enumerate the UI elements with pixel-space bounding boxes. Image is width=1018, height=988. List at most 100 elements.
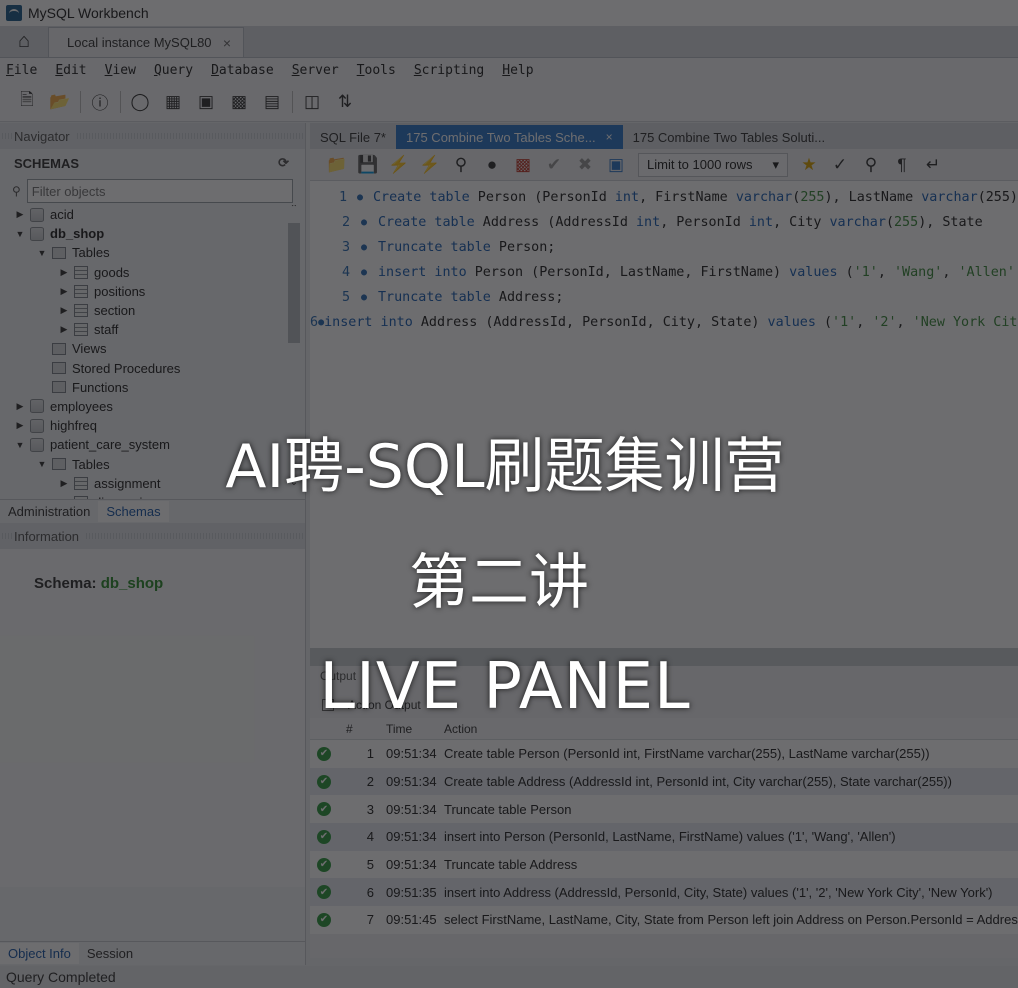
action-output-selector[interactable]: Action Output	[310, 692, 1018, 718]
brush-icon[interactable]: ✓	[827, 152, 853, 178]
output-row[interactable]: ✔ 2 09:51:34 Create table Address (AddressI…	[310, 767, 1018, 796]
code-line[interactable]: 3 ● Truncate table Person;	[310, 235, 1018, 260]
output-row[interactable]: ✔ 5 09:51:34 Truncate table Address	[310, 850, 1018, 879]
execute-current-icon[interactable]: ⚡	[417, 152, 443, 178]
menu-item-query[interactable]: Query	[154, 63, 193, 78]
menu-item-scripting[interactable]: Scripting	[414, 63, 484, 78]
tab-object-info[interactable]: Object Info	[0, 943, 79, 964]
caret-down-icon[interactable]: ▼	[36, 459, 48, 469]
tree-item[interactable]: Stored Procedures	[0, 359, 305, 378]
code-line[interactable]: 6 ● insert into Address (AddressId, Person…	[310, 310, 1018, 335]
tree-item[interactable]: ▼ db_shop	[0, 224, 305, 243]
tree-item[interactable]: ▶ acid	[0, 205, 305, 224]
refresh-icon[interactable]: ⟳	[278, 155, 289, 171]
tree-item[interactable]: ▶ section	[0, 301, 305, 320]
column-number[interactable]: #	[336, 722, 380, 736]
open-sql-script-icon[interactable]: 📂	[47, 89, 73, 115]
connection-tab[interactable]: Local instance MySQL80 ×	[48, 27, 244, 57]
filter-objects-input[interactable]	[26, 179, 293, 203]
search-table-data-icon[interactable]: ◫	[299, 89, 325, 115]
caret-down-icon[interactable]: ▼	[14, 229, 26, 239]
limit-rows-select[interactable]: Limit to 1000 rows ▾	[638, 152, 788, 177]
caret-right-icon[interactable]: ▶	[58, 497, 70, 499]
autocommit-icon[interactable]: ▣	[603, 152, 629, 178]
create-schema-icon[interactable]: ◯	[127, 89, 153, 115]
tree-item[interactable]: ▶ employees	[0, 397, 305, 416]
caret-right-icon[interactable]: ▶	[14, 401, 26, 412]
tree-item[interactable]: ▶ diagnosis	[0, 493, 305, 499]
open-file-icon[interactable]: 📁	[324, 152, 350, 178]
inspector-icon[interactable]: ⓘ	[87, 89, 113, 115]
tree-item[interactable]: Views	[0, 339, 305, 358]
caret-right-icon[interactable]: ▶	[58, 305, 70, 316]
menu-item-database[interactable]: Database	[211, 63, 274, 78]
find-icon[interactable]: ⚲	[858, 152, 884, 178]
tree-item[interactable]: ▶ staff	[0, 320, 305, 339]
reconnect-icon[interactable]: ⇅	[332, 89, 358, 115]
toggle-error-icon[interactable]: ▩	[510, 152, 536, 178]
output-row[interactable]: ✔ 6 09:51:35 insert into Address (AddressId…	[310, 878, 1018, 907]
caret-right-icon[interactable]: ▶	[14, 420, 26, 431]
stop-icon[interactable]: ●	[479, 152, 505, 178]
output-row[interactable]: ✔ 4 09:51:34 insert into Person (PersonId, …	[310, 823, 1018, 851]
code-line[interactable]: 5 ● Truncate table Address;	[310, 285, 1018, 310]
column-time[interactable]: Time	[380, 722, 440, 736]
caret-right-icon[interactable]: ▶	[58, 324, 70, 335]
menu-item-edit[interactable]: Edit	[55, 63, 86, 78]
tab-administration[interactable]: Administration	[0, 501, 98, 522]
output-row[interactable]: ✔ 3 09:51:34 Truncate table Person	[310, 795, 1018, 824]
tree-item[interactable]: ▼ Tables	[0, 454, 305, 473]
menu-item-file[interactable]: File	[6, 63, 37, 78]
home-tab[interactable]: ⌂	[0, 25, 48, 57]
tab-combine-two-tables-schema[interactable]: 175 Combine Two Tables Sche... ×	[396, 125, 623, 149]
tree-item[interactable]: ▼ patient_care_system	[0, 435, 305, 454]
close-icon[interactable]: ×	[606, 130, 613, 144]
code-line[interactable]: 4 ● insert into Person (PersonId, LastName…	[310, 260, 1018, 285]
code-area[interactable]: 1 ● Create table Person (PersonId int, Fir…	[310, 181, 1018, 335]
tab-schemas[interactable]: Schemas	[98, 501, 169, 522]
menu-item-tools[interactable]: Tools	[357, 63, 396, 78]
save-icon[interactable]: 💾	[355, 152, 381, 178]
rollback-icon[interactable]: ✖	[572, 152, 598, 178]
code-line[interactable]: 1 ● Create table Person (PersonId int, Fir…	[310, 185, 1018, 210]
create-table-icon[interactable]: ▦	[160, 89, 186, 115]
horizontal-scrollbar[interactable]	[310, 648, 1018, 666]
tree-item[interactable]: ▶ assignment	[0, 474, 305, 493]
caret-right-icon[interactable]: ▶	[14, 209, 26, 220]
invisible-chars-icon[interactable]: ¶	[889, 152, 915, 178]
output-row[interactable]: ✔ 7 09:51:45 select FirstName, LastName, Ci…	[310, 906, 1018, 934]
output-row[interactable]: ✔ 1 09:51:34 Create table Person (PersonId …	[310, 740, 1018, 768]
create-procedure-icon[interactable]: ▩	[226, 89, 252, 115]
explain-icon[interactable]: ⚲	[448, 152, 474, 178]
column-action[interactable]: Action	[440, 722, 1018, 736]
new-sql-tab-icon[interactable]: 🗎	[14, 89, 40, 115]
caret-down-icon[interactable]: ▼	[14, 440, 26, 450]
tree-item[interactable]: ▶ highfreq	[0, 416, 305, 435]
commit-icon[interactable]: ✔	[541, 152, 567, 178]
tab-session[interactable]: Session	[79, 943, 141, 964]
create-function-icon[interactable]: ▤	[259, 89, 285, 115]
menu-item-server[interactable]: Server	[292, 63, 339, 78]
menu-item-view[interactable]: View	[105, 63, 136, 78]
tree-item[interactable]: ▼ Tables	[0, 243, 305, 262]
wrap-lines-icon[interactable]: ↵	[920, 152, 946, 178]
caret-right-icon[interactable]: ▶	[58, 478, 70, 489]
execute-icon[interactable]: ⚡	[386, 152, 412, 178]
beautify-icon[interactable]: ★	[796, 152, 822, 178]
tree-item[interactable]: Functions	[0, 378, 305, 397]
menu-item-help[interactable]: Help	[502, 63, 533, 78]
scroll-up-icon[interactable]: ⌃	[287, 205, 301, 214]
caret-right-icon[interactable]: ▶	[58, 267, 70, 278]
caret-down-icon[interactable]: ▼	[36, 248, 48, 258]
tree-item[interactable]: ▶ positions	[0, 282, 305, 301]
tab-sql-file-7[interactable]: SQL File 7*	[310, 125, 396, 149]
caret-right-icon[interactable]: ▶	[58, 286, 70, 297]
tab-combine-two-tables-solution[interactable]: 175 Combine Two Tables Soluti...	[623, 125, 835, 149]
scrollbar-thumb[interactable]	[288, 223, 300, 343]
close-icon[interactable]: ×	[223, 35, 231, 51]
tree-scrollbar[interactable]: ⌃ ⌄	[287, 205, 301, 499]
scroll-down-icon[interactable]: ⌄	[287, 477, 301, 488]
tree-item[interactable]: ▶ goods	[0, 263, 305, 282]
create-view-icon[interactable]: ▣	[193, 89, 219, 115]
code-line[interactable]: 2 ● Create table Address (AddressId int, P…	[310, 210, 1018, 235]
